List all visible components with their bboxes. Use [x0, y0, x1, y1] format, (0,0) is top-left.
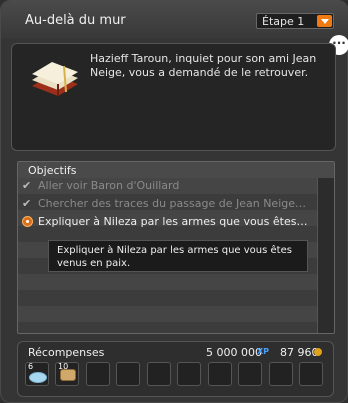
rewards-panel: Récompenses 5 000 000 XP 87 960 6 10 [17, 341, 334, 397]
objective-item[interactable]: ✔ Chercher des traces du passage de Jean… [18, 196, 318, 212]
rewards-title: Récompenses [28, 346, 105, 359]
item-count: 6 [28, 362, 34, 371]
quest-panel: Au-delà du mur Étape 1 ··· Hazieff Tarou… [0, 0, 348, 403]
objective-item[interactable]: Expliquer à Nileza par les armes que vou… [18, 214, 318, 230]
objective-label: Aller voir Baron d'Ouillard [38, 179, 180, 192]
quest-title: Au-delà du mur [25, 13, 126, 28]
reward-slot-empty [299, 362, 323, 386]
xp-icon: XP [257, 347, 270, 356]
kamas-amount: 5 000 000 [206, 346, 262, 359]
list-row-bg [18, 274, 318, 290]
checkmark-icon: ✔ [22, 197, 32, 210]
objective-tooltip: Expliquer à Nileza par les armes que vou… [48, 240, 308, 272]
target-icon[interactable] [22, 216, 33, 227]
reward-slot-empty [177, 362, 201, 386]
step-dropdown[interactable]: Étape 1 [256, 13, 334, 29]
step-dropdown-label: Étape 1 [262, 15, 305, 28]
reward-slot-empty [208, 362, 232, 386]
book-icon [32, 62, 78, 96]
reward-slot-empty [147, 362, 171, 386]
objectives-title: Objectifs [28, 164, 77, 177]
kama-coin-icon [314, 348, 322, 356]
list-row-bg [18, 322, 318, 333]
xp-amount: 87 960 [280, 346, 319, 359]
quest-description-box: Hazieff Taroun, inquiet pour son ami Jea… [11, 43, 336, 151]
quest-description: Hazieff Taroun, inquiet pour son ami Jea… [90, 52, 317, 79]
objectives-header: Objectifs [18, 162, 334, 179]
reward-slot-empty [116, 362, 140, 386]
ice-item-icon [29, 372, 47, 383]
objective-label: Chercher des traces du passage de Jean N… [38, 197, 308, 210]
quest-header: Au-delà du mur Étape 1 [1, 1, 348, 39]
reward-slot-empty [86, 362, 110, 386]
list-row-bg [18, 290, 318, 306]
item-count: 10 [58, 362, 69, 371]
checkmark-icon: ✔ [22, 179, 32, 192]
objective-item[interactable]: ✔ Aller voir Baron d'Ouillard [18, 178, 318, 194]
objective-label: Expliquer à Nileza par les armes que vou… [38, 215, 308, 228]
reward-slot[interactable]: 6 [25, 362, 49, 386]
chevron-down-icon[interactable] [317, 15, 332, 27]
reward-slot-empty [238, 362, 262, 386]
scrollbar[interactable] [317, 178, 334, 333]
reward-slot[interactable]: 10 [55, 362, 79, 386]
list-row-bg [18, 306, 318, 322]
reward-slot-empty [269, 362, 293, 386]
